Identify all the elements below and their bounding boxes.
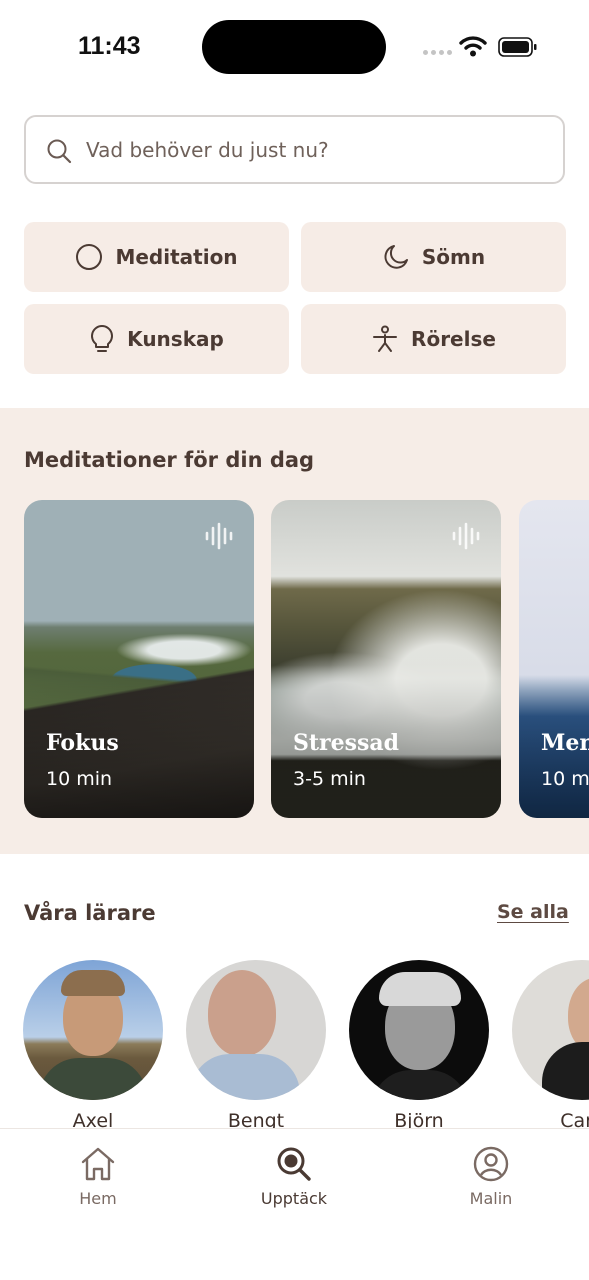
lightbulb-icon <box>89 324 115 354</box>
category-movement-button[interactable]: Rörelse <box>301 304 566 374</box>
circle-icon <box>75 243 103 271</box>
meditation-title: Men <box>541 730 589 756</box>
meditation-card-partial[interactable]: Men 10 m <box>519 500 589 818</box>
teacher-cam[interactable]: Cam <box>512 960 589 1130</box>
category-sleep-button[interactable]: Sömn <box>301 222 566 292</box>
category-label: Rörelse <box>411 327 496 351</box>
meditation-title: Stressad <box>293 730 400 756</box>
category-knowledge-button[interactable]: Kunskap <box>24 304 289 374</box>
search-icon <box>47 139 72 164</box>
home-icon <box>81 1147 115 1181</box>
meditation-duration: 10 m <box>541 768 589 790</box>
see-all-link[interactable]: Se alla <box>497 901 569 923</box>
figure-icon <box>371 325 399 353</box>
dynamic-island <box>202 20 386 74</box>
discover-icon <box>277 1147 311 1181</box>
avatar <box>186 960 326 1100</box>
status-bar: 11:43 <box>0 0 589 95</box>
avatar <box>512 960 589 1100</box>
nav-discover[interactable]: Upptäck <box>234 1145 354 1225</box>
avatar <box>349 960 489 1100</box>
category-label: Meditation <box>115 245 238 269</box>
search-box[interactable] <box>24 115 565 184</box>
moon-icon <box>382 243 410 271</box>
nav-label: Hem <box>79 1189 117 1208</box>
avatar <box>23 960 163 1100</box>
teacher-bjorn[interactable]: Björn <box>349 960 489 1132</box>
teacher-axel[interactable]: Axel <box>23 960 163 1132</box>
teacher-bengt[interactable]: Bengt <box>186 960 326 1132</box>
search-input[interactable] <box>86 117 546 182</box>
section-title: Meditationer för din dag <box>24 448 315 472</box>
nav-profile[interactable]: Malin <box>431 1145 551 1225</box>
bottom-nav: Hem Upptäck Malin <box>0 1128 589 1280</box>
meditations-section: Meditationer för din dag Fokus 10 min St… <box>0 408 589 854</box>
soundwave-icon <box>452 522 480 550</box>
nav-home[interactable]: Hem <box>38 1145 158 1225</box>
meditation-card-stressad[interactable]: Stressad 3-5 min <box>271 500 501 818</box>
category-meditation-button[interactable]: Meditation <box>24 222 289 292</box>
nav-label: Malin <box>469 1189 513 1208</box>
profile-icon <box>473 1146 509 1182</box>
category-label: Kunskap <box>127 327 224 351</box>
teachers-title: Våra lärare <box>24 901 156 925</box>
status-time: 11:43 <box>78 32 141 60</box>
meditation-duration: 3-5 min <box>293 768 366 790</box>
meditation-card-fokus[interactable]: Fokus 10 min <box>24 500 254 818</box>
category-label: Sömn <box>421 245 486 269</box>
wifi-icon <box>459 36 487 57</box>
signal-icon <box>423 48 453 56</box>
soundwave-icon <box>205 522 233 550</box>
teacher-name: Cam <box>560 1110 589 1130</box>
nav-label: Upptäck <box>260 1189 328 1208</box>
meditation-title: Fokus <box>46 730 119 756</box>
meditation-duration: 10 min <box>46 768 113 790</box>
battery-icon <box>498 37 537 57</box>
